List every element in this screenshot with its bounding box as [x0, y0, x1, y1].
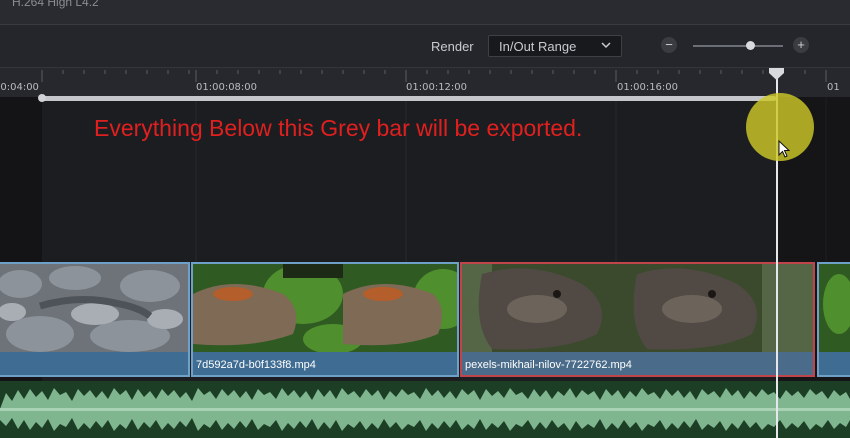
clip-thumbnail — [819, 264, 850, 352]
timecode-label: 00:04:00 — [0, 82, 39, 93]
zoom-in-button[interactable]: + — [793, 37, 809, 53]
mouse-cursor-icon — [778, 140, 790, 158]
codec-label: H.264 High L4.2 — [12, 0, 99, 9]
render-label: Render — [431, 39, 474, 54]
zoom-slider-track[interactable] — [693, 45, 783, 47]
render-range-bar[interactable] — [41, 96, 776, 101]
video-clip-selected[interactable]: pexels-mikhail-nilov-7722762.mp4 — [460, 262, 815, 377]
render-range-select[interactable]: In/Out Range — [488, 35, 622, 57]
timecode-label: 01:00:16:00 — [617, 82, 679, 93]
clip-thumbnail — [0, 264, 188, 352]
render-range-in-handle[interactable] — [38, 94, 46, 102]
zoom-out-button[interactable]: − — [661, 37, 677, 53]
clip-name: pexels-mikhail-nilov-7722762.mp4 — [465, 359, 632, 371]
clip-name: 7d592a7d-b0f133f8.mp4 — [196, 359, 316, 371]
audio-track[interactable] — [0, 381, 850, 438]
video-clip[interactable] — [0, 262, 190, 377]
clip-thumbnail — [193, 264, 457, 352]
chevron-down-icon — [601, 42, 611, 49]
clip-name-bar: 7d592a7d-b0f133f8.mp4 — [193, 352, 457, 375]
timecode-label: 01 — [827, 82, 840, 93]
playhead-handle[interactable] — [768, 67, 785, 81]
clip-thumbnail — [462, 264, 813, 352]
clip-name-bar — [819, 352, 850, 375]
clip-name-bar: pexels-mikhail-nilov-7722762.mp4 — [462, 352, 813, 375]
timecode-label: 01:00:12:00 — [406, 82, 468, 93]
top-strip: H.264 High L4.2 — [0, 0, 850, 25]
clip-name-bar — [0, 352, 188, 375]
timecode-ruler[interactable]: 00:04:00 01:00:08:00 01:00:12:00 01:00:1… — [0, 67, 850, 98]
video-clip[interactable] — [817, 262, 850, 377]
zoom-slider-handle[interactable] — [746, 41, 755, 50]
annotation-text: Everything Below this Grey bar will be e… — [94, 115, 583, 141]
render-range-value: In/Out Range — [499, 39, 577, 54]
video-clip[interactable]: 7d592a7d-b0f133f8.mp4 — [191, 262, 459, 377]
timecode-label: 01:00:08:00 — [196, 82, 258, 93]
audio-waveform — [0, 381, 850, 438]
